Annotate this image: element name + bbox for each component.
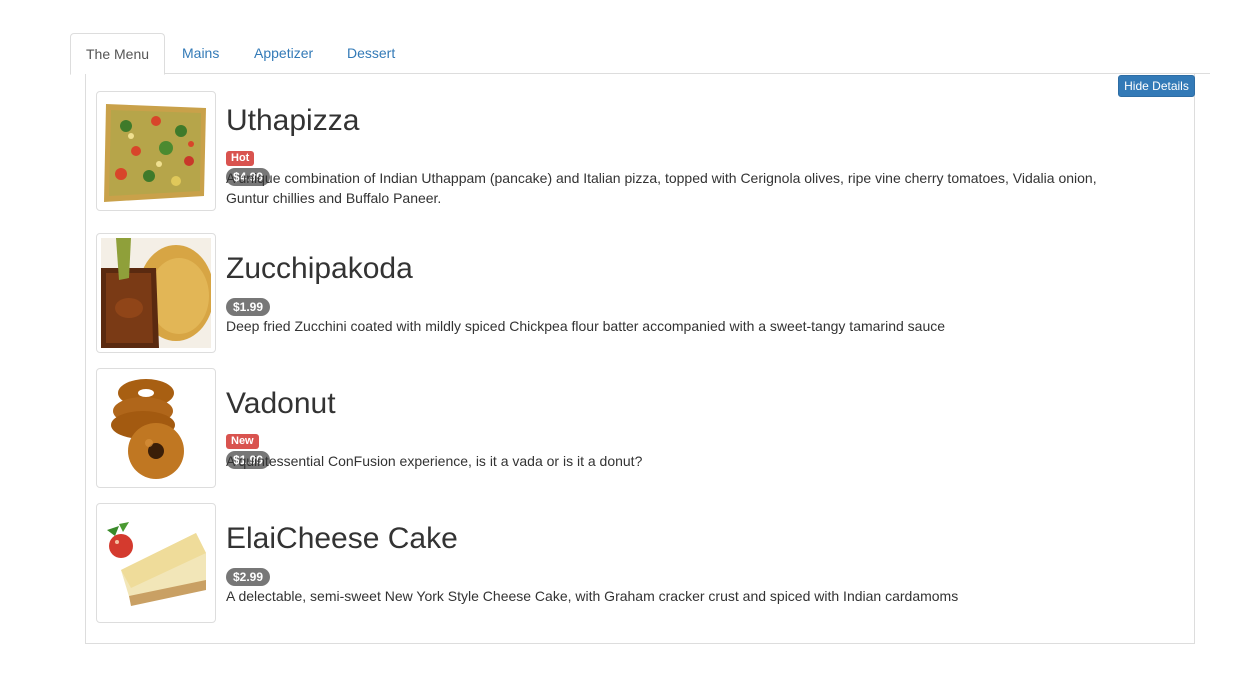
price-badge: $1.99 [226,298,271,316]
dish-description: A quintessential ConFusion experience, i… [226,453,643,469]
dish-description: A delectable, semi-sweet New York Style … [226,588,959,604]
tab-appetizer[interactable]: Appetizer [239,33,328,75]
tab-dessert[interactable]: Dessert [332,33,410,75]
vadonut-photo [96,368,216,488]
dish-badges: $1.99 [226,298,271,316]
dish-name: ElaiCheese Cake [226,522,458,555]
price-badge: $2.99 [226,568,271,586]
dish-description: A unique combination of Indian Uthappam … [226,170,1097,206]
dish-badges: Hot$4.99 [226,150,271,186]
uthapizza-photo [96,91,216,211]
menu-tabs: The Menu Mains Appetizer Dessert [70,33,1210,75]
elaicheese-cake-photo [96,503,216,623]
tab-the-menu[interactable]: The Menu [70,33,165,75]
hot-label: Hot [226,151,255,167]
dish-badges: $2.99 [226,568,271,586]
zucchipakoda-photo [96,233,216,353]
dish-description: Deep fried Zucchini coated with mildly s… [226,318,946,334]
hide-details-button[interactable]: Hide Details [1118,75,1195,97]
tab-mains[interactable]: Mains [167,33,234,75]
dish-badges: New$1.99 [226,433,271,469]
dish-name: Zucchipakoda [226,252,413,285]
dish-name: Uthapizza [226,104,360,137]
dish-name: Vadonut [226,387,336,420]
new-label: New [226,434,259,450]
